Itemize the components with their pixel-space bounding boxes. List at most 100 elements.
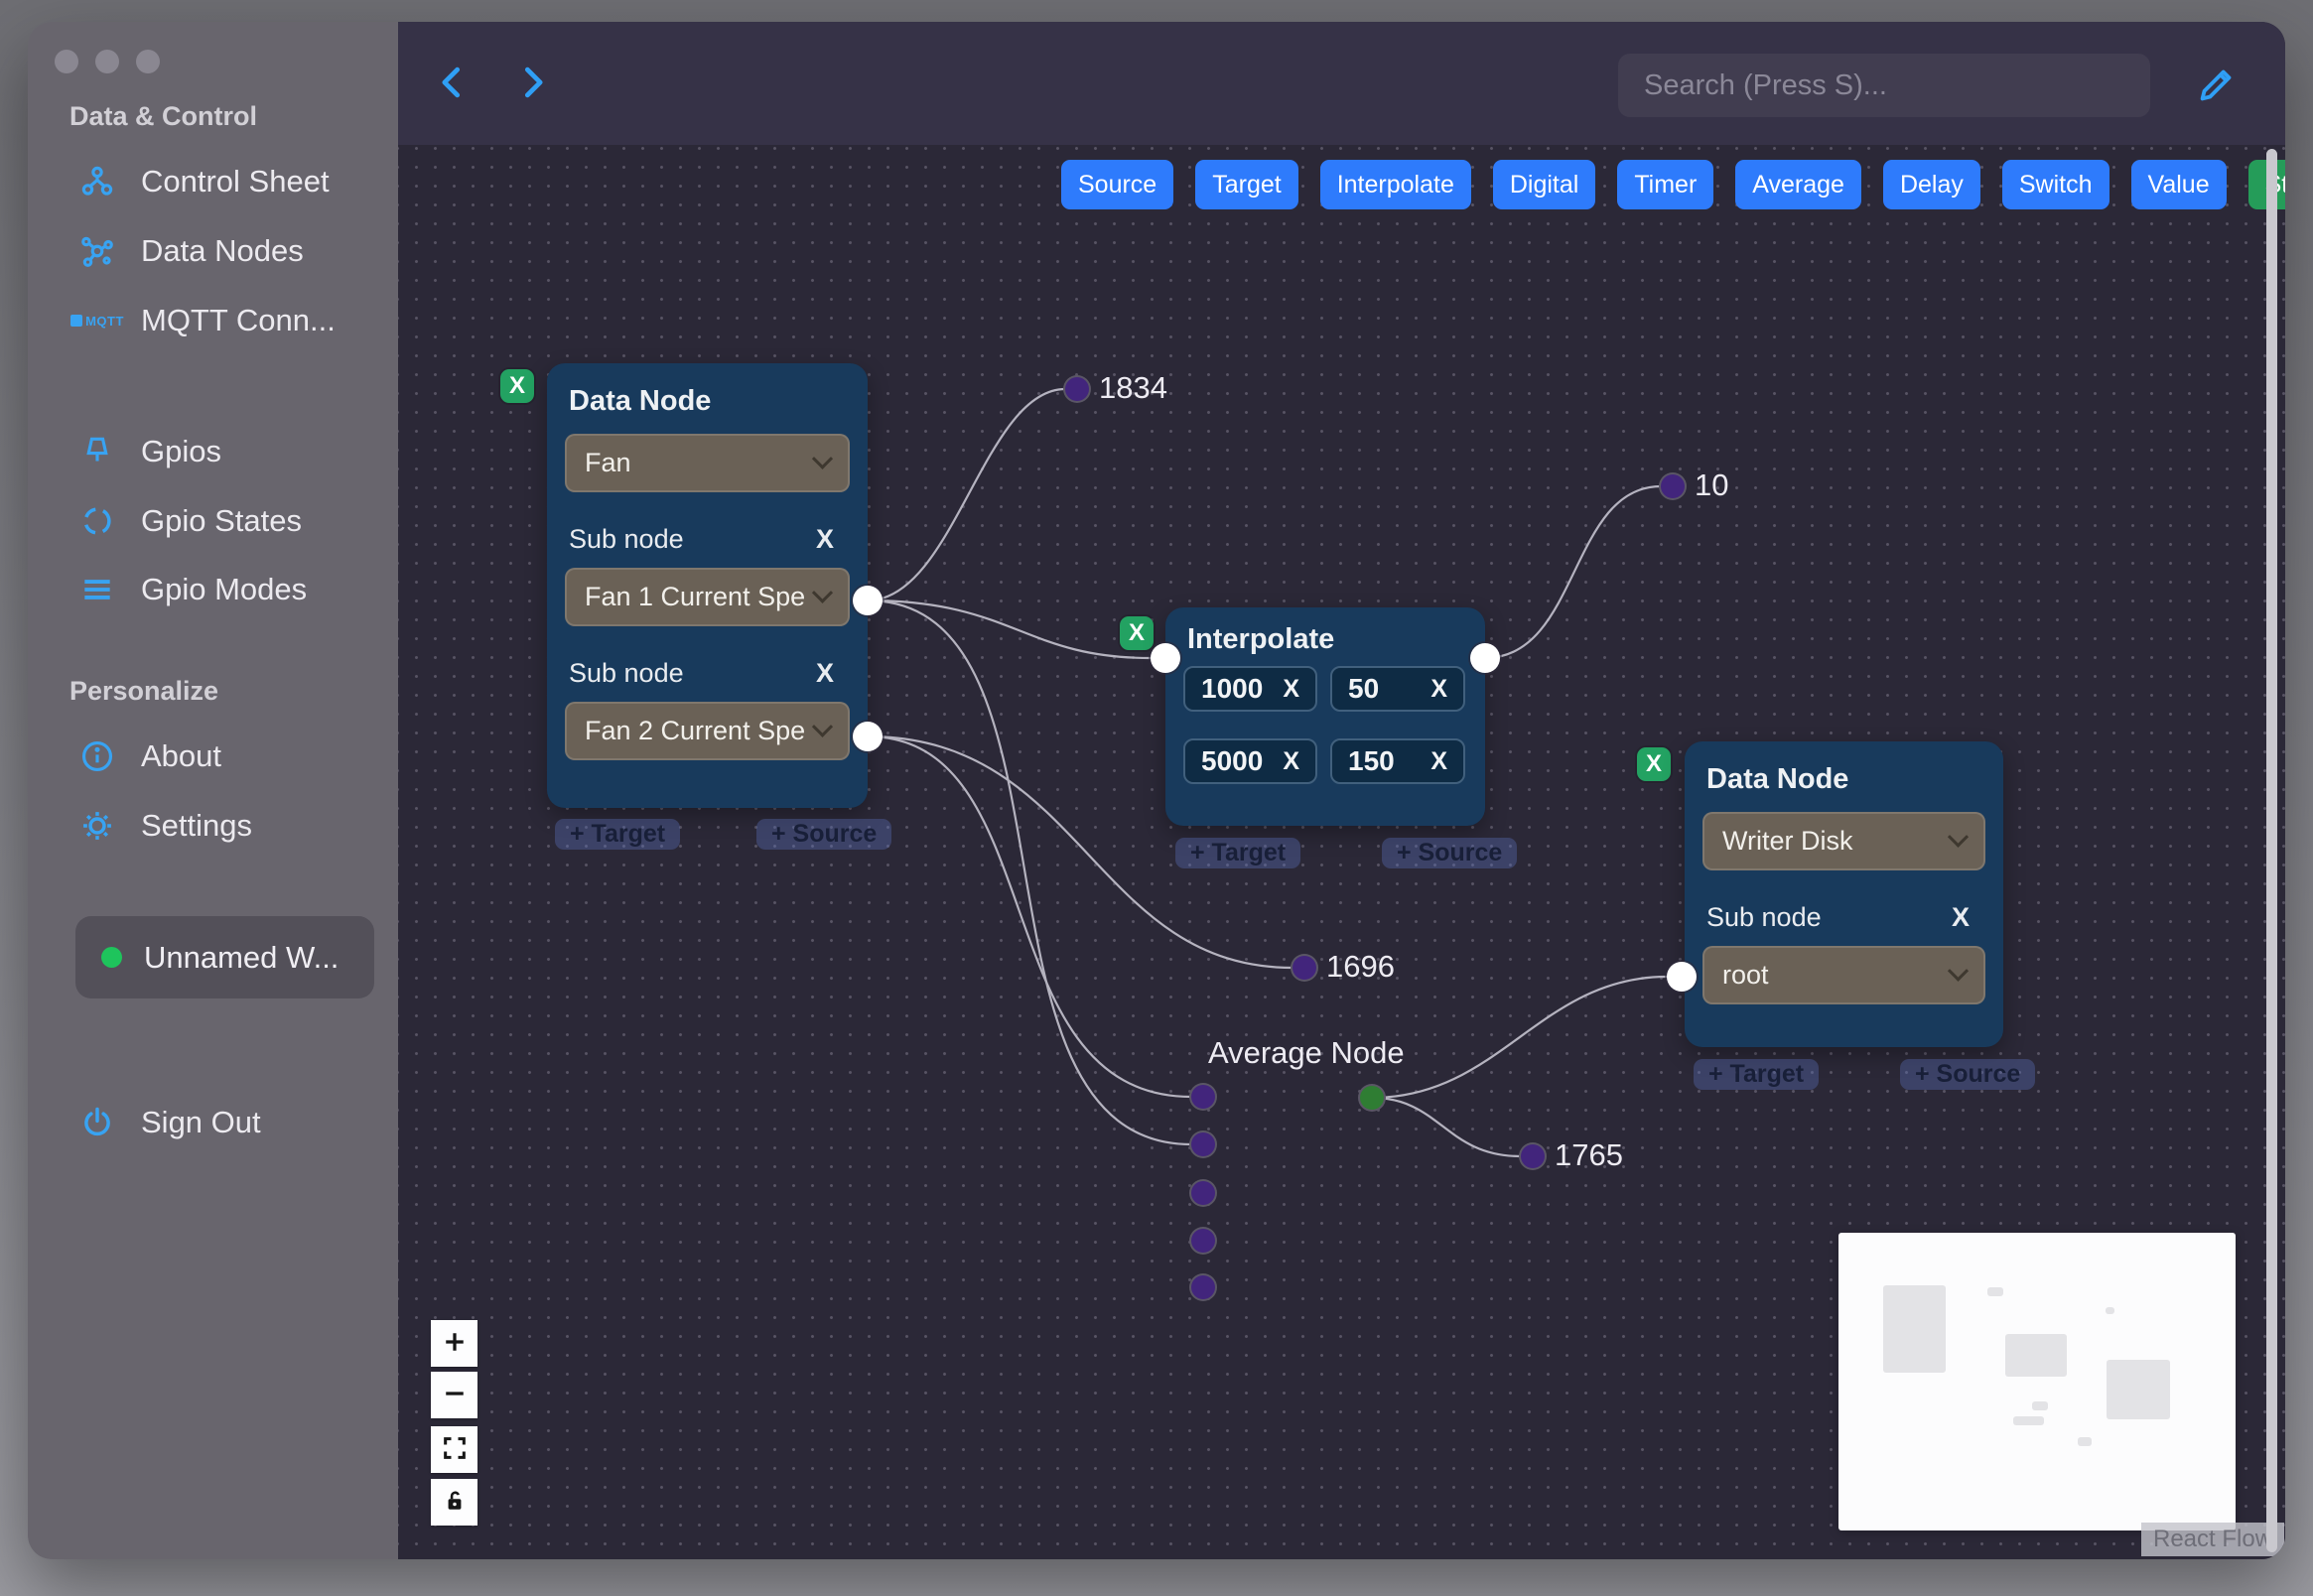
fan-data-node[interactable]: Data Node Fan Sub node X Fan 1 Current S… — [547, 363, 868, 808]
add-source-node-button[interactable]: Source — [1061, 160, 1174, 209]
flow-canvas[interactable]: Source Target Interpolate Digital Timer … — [398, 145, 2285, 1559]
lock-toggle-button[interactable] — [431, 1479, 477, 1526]
section-personalize: Personalize — [69, 676, 219, 706]
minimap-value-1834 — [1987, 1287, 2003, 1296]
writer-type-select[interactable]: Writer Disk — [1702, 812, 1985, 870]
fan-type-select[interactable]: Fan — [565, 434, 850, 492]
interpolate-output-2[interactable]: 150 X — [1330, 738, 1465, 784]
add-average-node-button[interactable]: Average — [1735, 160, 1861, 209]
minimap[interactable] — [1838, 1233, 2236, 1530]
chevron-down-icon — [811, 448, 834, 469]
add-timer-node-button[interactable]: Timer — [1617, 160, 1714, 209]
writer-add-source-button[interactable]: + Source — [1900, 1059, 2036, 1090]
sidebar: Data & Control Control Sheet Data Nodes … — [28, 22, 398, 1559]
writer-target-handle[interactable] — [1667, 962, 1697, 992]
add-delay-node-button[interactable]: Delay — [1882, 160, 1980, 209]
search-input[interactable] — [1618, 54, 2150, 117]
minimize-window-icon[interactable] — [95, 50, 119, 73]
sidebar-item-sign-out[interactable]: Sign Out — [77, 1101, 261, 1144]
delete-fan-node-button[interactable]: X — [500, 369, 534, 403]
value-dot-1696[interactable] — [1293, 956, 1316, 980]
writer-add-target-button[interactable]: + Target — [1694, 1059, 1820, 1090]
sidebar-item-gpio-states[interactable]: Gpio States — [77, 499, 302, 543]
interpolate-add-source-button[interactable]: + Source — [1382, 838, 1518, 868]
sidebar-item-gpios[interactable]: Gpios — [77, 430, 221, 473]
value-dot-1834[interactable] — [1065, 377, 1089, 401]
zoom-window-icon[interactable] — [136, 50, 160, 73]
fit-view-button[interactable] — [431, 1426, 477, 1473]
average-input-handle-2[interactable] — [1191, 1132, 1215, 1156]
value-dot-10[interactable] — [1661, 474, 1685, 498]
forward-button[interactable] — [503, 56, 559, 111]
minimap-value-1765 — [2078, 1437, 2092, 1446]
writer-sub-node-select[interactable]: root — [1702, 946, 1985, 1004]
edge-interpolate-10 — [1484, 484, 1662, 660]
sidebar-item-label: Gpio States — [141, 503, 302, 538]
interpolate-input-2[interactable]: 5000 X — [1183, 738, 1317, 784]
sidebar-item-label: About — [141, 738, 222, 773]
sidebar-item-data-nodes[interactable]: Data Nodes — [77, 229, 304, 273]
average-input-handle-1[interactable] — [1191, 1085, 1215, 1109]
fan-sub-node-1-source-handle[interactable] — [853, 586, 883, 615]
remove-value-button[interactable]: X — [1283, 675, 1299, 704]
average-input-handle-5[interactable] — [1191, 1275, 1215, 1299]
minimap-average-node — [2013, 1416, 2044, 1425]
interpolate-output-1[interactable]: 50 X — [1330, 666, 1465, 712]
sidebar-item-about[interactable]: About — [77, 734, 221, 778]
remove-sub-node-button[interactable]: X — [816, 524, 846, 555]
close-window-icon[interactable] — [55, 50, 78, 73]
average-output-handle[interactable] — [1360, 1086, 1384, 1110]
interpolate-source-handle[interactable] — [1470, 643, 1500, 673]
add-target-node-button[interactable]: Target — [1195, 160, 1298, 209]
writer-data-node[interactable]: Data Node Writer Disk Sub node X root — [1685, 741, 2003, 1047]
main-area: Source Target Interpolate Digital Timer … — [398, 22, 2285, 1559]
sidebar-item-control-sheet[interactable]: Control Sheet — [77, 160, 330, 203]
interpolate-node[interactable]: Interpolate 1000 X 50 X 5000 X 150 X — [1165, 607, 1485, 826]
chevron-down-icon — [811, 582, 834, 603]
delete-writer-node-button[interactable]: X — [1637, 747, 1671, 781]
add-digital-node-button[interactable]: Digital — [1492, 160, 1596, 209]
remove-value-button[interactable]: X — [1430, 747, 1447, 776]
sidebar-item-label: Control Sheet — [141, 164, 330, 199]
sidebar-item-mqtt[interactable]: MQTT MQTT Conn... — [70, 299, 336, 342]
value-label-1834: 1834 — [1099, 370, 1167, 405]
interpolate-input-1[interactable]: 1000 X — [1183, 666, 1317, 712]
vertical-scrollbar[interactable] — [2266, 149, 2277, 1552]
interpolate-target-handle[interactable] — [1151, 643, 1180, 673]
sidebar-item-workspace[interactable]: Unnamed W... — [75, 916, 374, 998]
remove-sub-node-button[interactable]: X — [816, 658, 846, 689]
sidebar-item-label: Gpio Modes — [141, 572, 308, 606]
back-button[interactable] — [426, 56, 481, 111]
sidebar-item-label: Gpios — [141, 434, 221, 468]
zoom-out-button[interactable] — [431, 1372, 477, 1418]
add-value-node-button[interactable]: Value — [2130, 160, 2227, 209]
fan-sub-node-2-select[interactable]: Fan 2 Current Spe — [565, 702, 850, 760]
delete-interpolate-node-button[interactable]: X — [1120, 616, 1154, 650]
add-switch-node-button[interactable]: Switch — [2001, 160, 2109, 209]
sub-node-label: Sub node — [1706, 902, 1822, 932]
value-dot-1765[interactable] — [1521, 1144, 1545, 1168]
interpolate-add-target-button[interactable]: + Target — [1175, 838, 1301, 868]
edit-button[interactable] — [2185, 54, 2248, 117]
lines-icon — [77, 570, 117, 609]
minimap-fan-node — [1883, 1285, 1946, 1373]
react-flow-attribution[interactable]: React Flow — [2141, 1523, 2285, 1556]
minimap-value-10 — [2106, 1307, 2114, 1314]
value-label-1696: 1696 — [1326, 949, 1395, 984]
remove-sub-node-button[interactable]: X — [1952, 902, 1981, 933]
fan-sub-node-1-select[interactable]: Fan 1 Current Spe — [565, 568, 850, 626]
sidebar-item-settings[interactable]: Settings — [77, 804, 252, 848]
add-interpolate-node-button[interactable]: Interpolate — [1319, 160, 1471, 209]
pin-icon — [77, 432, 117, 471]
node-title: Interpolate — [1187, 623, 1335, 655]
sidebar-item-gpio-modes[interactable]: Gpio Modes — [77, 568, 307, 611]
average-input-handle-4[interactable] — [1191, 1229, 1215, 1253]
remove-value-button[interactable]: X — [1283, 747, 1299, 776]
sub-node-label: Sub node — [569, 524, 684, 554]
fan-sub-node-2-source-handle[interactable] — [853, 722, 883, 751]
fan-add-source-button[interactable]: + Source — [756, 819, 892, 850]
zoom-in-button[interactable] — [431, 1320, 477, 1367]
fan-add-target-button[interactable]: + Target — [555, 819, 681, 850]
average-input-handle-3[interactable] — [1191, 1181, 1215, 1205]
remove-value-button[interactable]: X — [1430, 675, 1447, 704]
